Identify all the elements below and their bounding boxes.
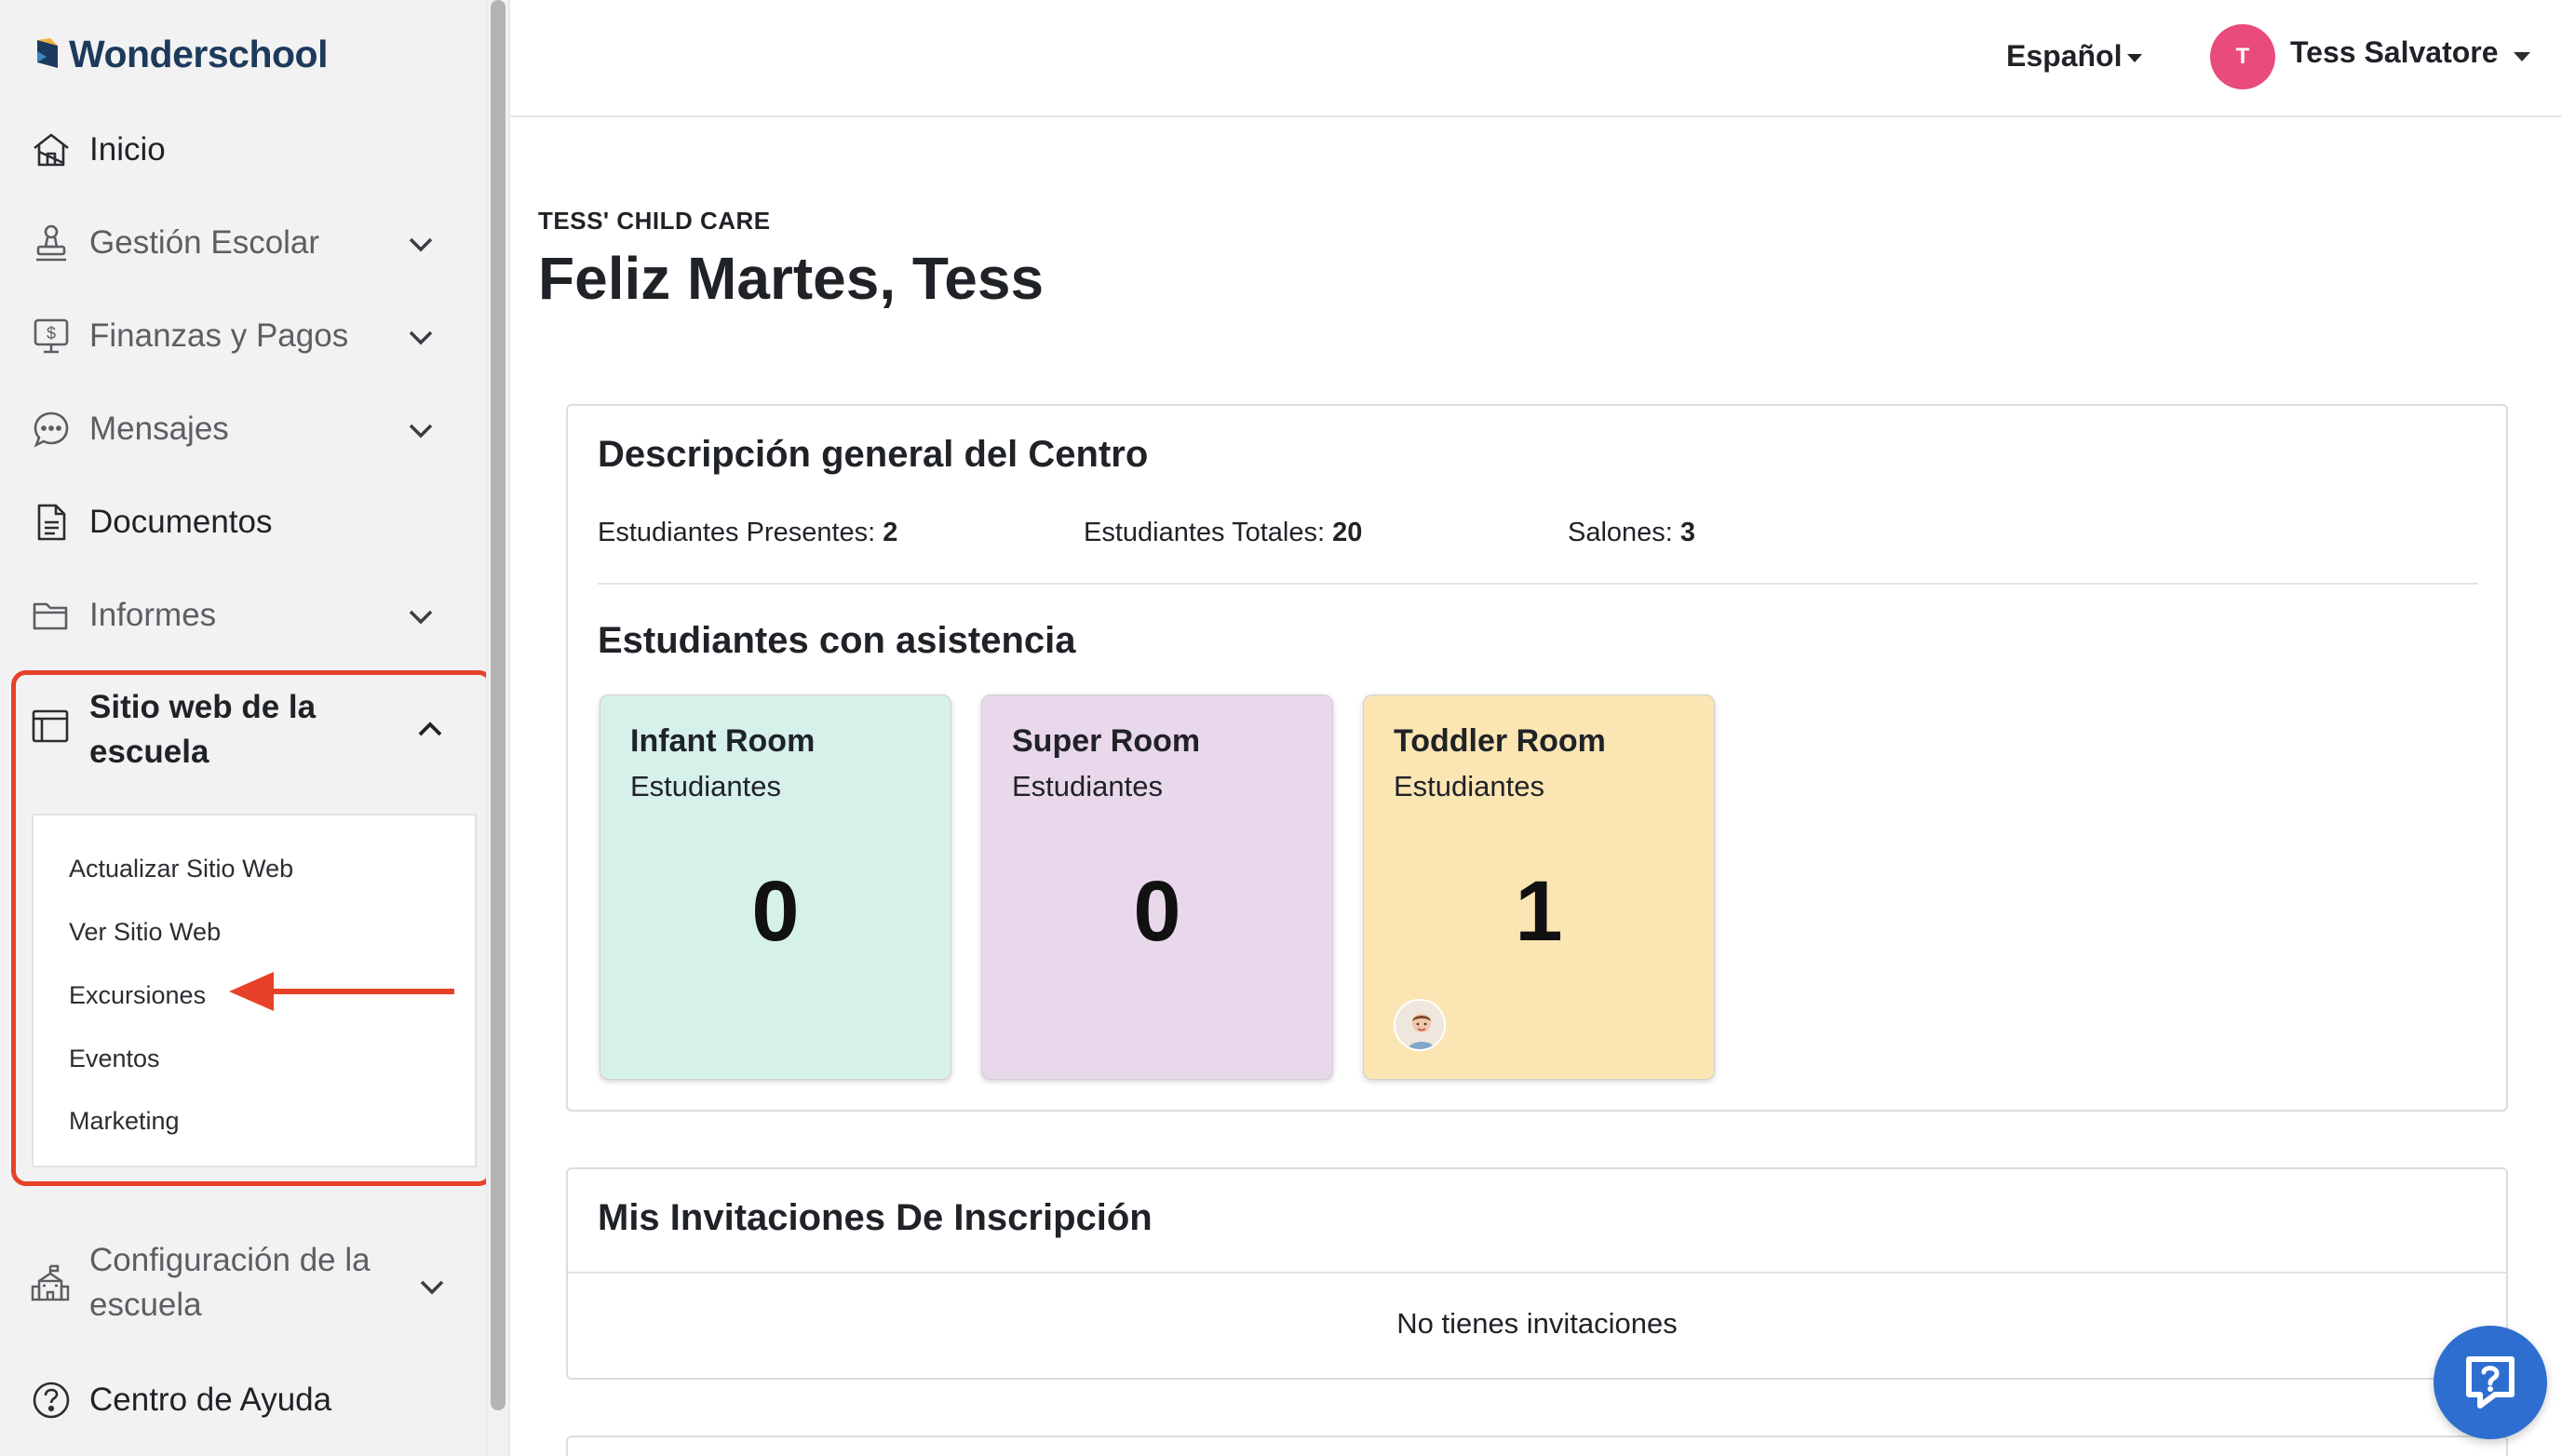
chevron-down-icon (420, 1280, 444, 1295)
room-count: 0 (1133, 864, 1181, 959)
student-photo-icon (1396, 1001, 1444, 1049)
svg-text:$: $ (47, 324, 56, 343)
dollar-monitor-icon: $ (30, 315, 73, 357)
page-title: Feliz Martes, Tess (538, 245, 1045, 312)
arrow-annotation-icon (229, 972, 454, 1011)
home-icon (30, 128, 73, 171)
sidebar-item-centro-de-ayuda[interactable]: Centro de Ayuda (30, 1368, 458, 1433)
submenu-item-actualizar-sitio[interactable]: Actualizar Sitio Web (69, 855, 293, 883)
submenu-item-ver-sitio[interactable]: Ver Sitio Web (69, 918, 221, 947)
avatar[interactable]: T (2210, 24, 2275, 89)
sidebar-item-documentos[interactable]: Documentos (30, 490, 458, 555)
brand-name: Wonderschool (69, 32, 328, 75)
vertical-divider (508, 0, 510, 1456)
stat-value: 20 (1332, 518, 1363, 547)
sidebar-item-inicio[interactable]: Inicio (30, 117, 458, 182)
overview-title: Descripción general del Centro (598, 434, 1149, 475)
room-card-toddler[interactable]: Toddler Room Estudiantes 1 (1363, 694, 1715, 1080)
room-name: Toddler Room (1394, 723, 1606, 759)
logo-flag-icon (37, 38, 58, 68)
room-subtitle: Estudiantes (1394, 770, 1544, 802)
stat-value: 2 (883, 518, 898, 547)
sidebar-item-label: Centro de Ayuda (89, 1382, 332, 1418)
document-icon (30, 501, 73, 544)
room-count: 0 (751, 864, 800, 959)
sidebar-item-label: Mensajes (89, 411, 229, 447)
invitations-title: Mis Invitaciones De Inscripción (598, 1197, 1153, 1238)
school-building-icon (30, 1262, 73, 1305)
center-overview-card: Descripción general del Centro Estudiant… (566, 404, 2508, 1112)
room-subtitle: Estudiantes (1012, 770, 1163, 802)
submenu-item-excursiones[interactable]: Excursiones (69, 981, 206, 1010)
enrollment-invitations-card: Mis Invitaciones De Inscripción No tiene… (566, 1167, 2508, 1380)
stat-label: Estudiantes Totales: (1084, 518, 1326, 547)
chat-icon (30, 408, 73, 451)
stat-total: Estudiantes Totales: 20 (1084, 518, 1362, 548)
sidebar-item-label: Gestión Escolar (89, 224, 320, 261)
sidebar-scrollbar[interactable] (486, 0, 508, 1456)
sidebar-item-label: Informes (89, 597, 217, 633)
stat-present: Estudiantes Presentes: 2 (598, 518, 897, 548)
section-divider (568, 1272, 2506, 1274)
chevron-down-icon (409, 330, 433, 345)
room-subtitle: Estudiantes (630, 770, 781, 802)
section-divider (598, 583, 2478, 585)
caret-down-icon (2127, 54, 2143, 62)
sidebar-item-configuracion[interactable]: Configuración de la escuela (30, 1238, 467, 1328)
room-card-super[interactable]: Super Room Estudiantes 0 (981, 694, 1333, 1080)
sidebar-item-label: Sitio web de la (89, 689, 317, 725)
language-selector[interactable]: Español (2006, 39, 2143, 74)
question-circle-icon (30, 1379, 73, 1422)
empty-invitations-message: No tienes invitaciones (1396, 1307, 1678, 1340)
sidebar: Wonderschool Inicio Gestión Escolar $ Fi… (0, 0, 493, 1456)
sidebar-item-label-line2: escuela (89, 1287, 202, 1323)
sidebar-item-label: Finanzas y Pagos (89, 317, 349, 354)
school-name: TESS' CHILD CARE (538, 207, 771, 235)
help-chat-button[interactable] (2434, 1326, 2547, 1439)
room-card-infant[interactable]: Infant Room Estudiantes 0 (600, 694, 951, 1080)
stat-value: 3 (1679, 518, 1696, 547)
room-count: 1 (1515, 864, 1563, 959)
help-chat-icon (2466, 1356, 2515, 1409)
next-card (566, 1436, 2508, 1456)
stat-label: Estudiantes Presentes: (598, 518, 876, 547)
user-name[interactable]: Tess Salvatore (2290, 35, 2499, 70)
submenu-item-eventos[interactable]: Eventos (69, 1045, 160, 1073)
student-avatar[interactable] (1394, 999, 1446, 1051)
attendance-title: Estudiantes con asistencia (598, 620, 1076, 661)
submenu-item-marketing[interactable]: Marketing (69, 1107, 180, 1136)
room-name: Super Room (1012, 723, 1201, 759)
stat-label: Salones: (1568, 518, 1673, 547)
chevron-down-icon (409, 610, 433, 625)
room-name: Infant Room (630, 723, 816, 759)
wonderschool-logo[interactable]: Wonderschool (34, 30, 328, 78)
chevron-down-icon (409, 424, 433, 438)
chevron-down-icon (409, 237, 433, 252)
sidebar-item-gestion-escolar[interactable]: Gestión Escolar (30, 210, 458, 276)
stamp-icon (30, 222, 73, 264)
user-menu-caret-icon[interactable] (2514, 52, 2530, 61)
browser-window-icon (30, 706, 73, 748)
sidebar-item-finanzas[interactable]: $ Finanzas y Pagos (30, 303, 458, 369)
sidebar-item-mensajes[interactable]: Mensajes (30, 397, 458, 462)
sidebar-item-informes[interactable]: Informes (30, 583, 458, 648)
sidebar-item-label: Documentos (89, 504, 273, 540)
folder-icon (30, 594, 73, 637)
stat-rooms: Salones: 3 (1568, 518, 1695, 548)
sidebar-item-label: Inicio (89, 131, 166, 168)
scrollbar-thumb[interactable] (491, 0, 506, 1410)
language-label: Español (2006, 39, 2123, 73)
sidebar-item-label-line2: escuela (89, 734, 209, 770)
sidebar-item-sitio-web[interactable]: Sitio web de la escuela (30, 685, 467, 776)
sidebar-item-label: Configuración de la (89, 1242, 371, 1278)
chevron-up-icon (418, 721, 442, 736)
